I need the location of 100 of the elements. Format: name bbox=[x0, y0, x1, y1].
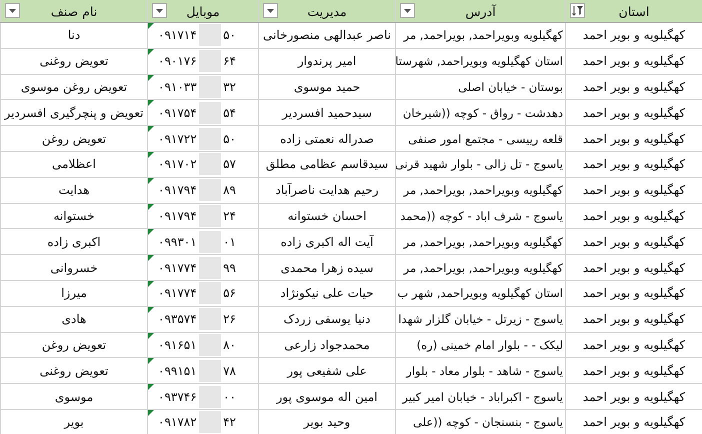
caret-icon bbox=[9, 8, 16, 12]
table-cell: کهگیلویه و بویر احمد bbox=[565, 100, 702, 126]
filter-dropdown-button[interactable] bbox=[152, 3, 167, 18]
table-cell: تعویض روغن موسوی bbox=[0, 74, 147, 100]
table-cell: کهگیلویه و بویر احمد bbox=[565, 152, 702, 177]
table-cell: تعویض روغنی bbox=[0, 358, 147, 384]
table-cell: اکبری زاده bbox=[0, 229, 147, 254]
table-cell: هدایت bbox=[0, 178, 147, 203]
table-cell: کهگیلویه و بویر احمد bbox=[565, 358, 702, 384]
table-cell: سیده زهرا محمدی bbox=[258, 255, 395, 280]
table-cell: حمید موسوی bbox=[258, 74, 395, 100]
table-cell: تعویض و پنچرگیری افسردیر bbox=[0, 100, 147, 126]
phone-number-start: ۰۹۱۷۸۲ bbox=[158, 415, 197, 430]
table-cell: آیت اله اکبری زاده bbox=[258, 229, 395, 254]
table-cell: بوستان - خیابان اصلی bbox=[395, 74, 565, 100]
phone-number-end: ۷۸ bbox=[223, 364, 237, 378]
error-indicator-icon bbox=[148, 384, 154, 390]
error-indicator-icon bbox=[148, 178, 154, 184]
filter-dropdown-button[interactable] bbox=[5, 3, 20, 18]
table-cell: کهگیلویه و بویر احمد bbox=[565, 384, 702, 409]
phone-number-start: ۰۹۱۷۷۴ bbox=[158, 286, 197, 300]
phone-number-end: ۸۰ bbox=[223, 338, 237, 352]
table-cell: کهگیلویه وبویراحمد, بویراحمد, مر bbox=[395, 23, 565, 48]
phone-number-end: ۵۴ bbox=[223, 106, 237, 120]
table-cell: سیدحمید افسردیر bbox=[258, 100, 395, 126]
phone-number-start: ۰۹۱۷۹۴ bbox=[158, 183, 197, 198]
table-cell: کهگیلویه و بویر احمد bbox=[565, 23, 702, 48]
table-cell: استان کهگیلویه وبویراحمد, شهرستا bbox=[395, 48, 565, 74]
table-cell: کهگیلویه و بویر احمد bbox=[565, 126, 702, 151]
redaction-block bbox=[198, 308, 222, 330]
phone-number-start: ۰۹۳۵۷۴ bbox=[158, 312, 197, 326]
redaction-block bbox=[198, 230, 222, 253]
table-cell: کهگیلویه و بویر احمد bbox=[565, 332, 702, 358]
phone-number-end: ۵۷ bbox=[223, 157, 237, 172]
table-cell: هادی bbox=[0, 306, 147, 332]
redaction-block bbox=[198, 76, 222, 98]
table-cell: تعویض روغن bbox=[0, 126, 147, 151]
table-cell: کهگیلویه وبویراحمد, بویراحمد, مر bbox=[395, 255, 565, 280]
error-indicator-icon bbox=[148, 100, 154, 106]
table-cell: کهگیلویه و بویر احمد bbox=[565, 410, 702, 434]
phone-number-start: ۰۹۱۷۰۲ bbox=[158, 157, 197, 172]
table-cell: کهگیلویه و بویر احمد bbox=[565, 74, 702, 100]
phone-number-start: ۰۹۹۱۵۱ bbox=[158, 364, 197, 378]
error-indicator-icon bbox=[148, 204, 154, 210]
table-cell: لیکک - - بلوار امام خمینی (ره) bbox=[395, 332, 565, 358]
phone-number-start: ۰۹۱۷۱۴ bbox=[158, 28, 197, 42]
redaction-block bbox=[198, 50, 222, 72]
redaction-block bbox=[198, 411, 222, 434]
table-cell: تعویض روغن bbox=[0, 332, 147, 358]
error-indicator-icon bbox=[148, 152, 154, 158]
error-indicator-icon bbox=[148, 280, 154, 287]
table-cell: اعظلامی bbox=[0, 152, 147, 177]
sort-filter-button[interactable] bbox=[570, 3, 585, 18]
table-cell: کهگیلویه وبویراحمد, بویراحمد, مر bbox=[395, 178, 565, 203]
phone-number-start: ۰۹۰۱۷۶ bbox=[158, 54, 197, 68]
filter-dropdown-button[interactable] bbox=[263, 3, 278, 18]
phone-number-end: ۵۰ bbox=[223, 28, 237, 42]
phone-number-end: ۵۶ bbox=[223, 286, 237, 300]
phone-number-start: ۰۹۱۷۵۴ bbox=[158, 106, 197, 120]
redaction-block bbox=[198, 204, 222, 227]
caret-icon bbox=[156, 8, 163, 12]
table-cell: رحیم هدایت ناصرآباد bbox=[258, 178, 395, 203]
sort-filter-icon bbox=[572, 5, 584, 16]
phone-number-end: ۰۱ bbox=[223, 234, 237, 249]
table-cell: یاسوج - تل زالی - بلوار شهید قرنی bbox=[395, 152, 565, 177]
error-indicator-icon bbox=[148, 126, 154, 132]
redaction-block bbox=[198, 282, 222, 304]
table-cell: سیدقاسم عظامی مطلق bbox=[258, 152, 395, 177]
redaction-block bbox=[198, 256, 222, 279]
phone-number-start: ۰۹۱۷۷۴ bbox=[158, 260, 197, 275]
phone-number-end: ۴۲ bbox=[223, 415, 237, 430]
table-cell: استان کهگیلویه وبویراحمد, شهر ب bbox=[395, 280, 565, 306]
table-cell: تعویض روغنی bbox=[0, 48, 147, 74]
column-title: نام صنف bbox=[50, 4, 98, 18]
column-title: مدیریت bbox=[307, 4, 347, 18]
caret-icon bbox=[267, 8, 274, 12]
table-cell: دنا bbox=[0, 23, 147, 48]
table-cell: وحید بویر bbox=[258, 410, 395, 434]
error-indicator-icon bbox=[148, 358, 154, 364]
table-cell: محمدجواد زارعی bbox=[258, 332, 395, 358]
phone-number-start: ۰۹۱۶۵۱ bbox=[158, 338, 197, 352]
phone-number-end: ۸۹ bbox=[223, 183, 237, 198]
redaction-block bbox=[198, 360, 222, 382]
redaction-block bbox=[198, 386, 222, 408]
table-cell: خستوانه bbox=[0, 204, 147, 228]
table-cell: ناصر عبدالهی منصورخانی bbox=[258, 23, 395, 48]
table-cell: یاسوج - اکبراباد - خیابان امیر کبیر bbox=[395, 384, 565, 409]
table-cell: یاسوج - زیرتل - خیابان گلزار شهدا bbox=[395, 306, 565, 332]
filter-dropdown-button[interactable] bbox=[400, 3, 415, 18]
phone-number-end: ۵۰ bbox=[223, 132, 237, 146]
table-cell: کهگیلویه وبویراحمد, بویراحمد, مر bbox=[395, 229, 565, 254]
phone-number-end: ۹۹ bbox=[223, 260, 237, 275]
phone-number-end: ۲۶ bbox=[223, 312, 237, 326]
redaction-block bbox=[198, 24, 222, 46]
table-cell: خسروانی bbox=[0, 255, 147, 280]
redaction-block bbox=[198, 102, 222, 124]
error-indicator-icon bbox=[148, 229, 154, 236]
table-cell: کهگیلویه و بویر احمد bbox=[565, 280, 702, 306]
table-cell: کهگیلویه و بویر احمد bbox=[565, 178, 702, 203]
error-indicator-icon bbox=[148, 410, 154, 416]
